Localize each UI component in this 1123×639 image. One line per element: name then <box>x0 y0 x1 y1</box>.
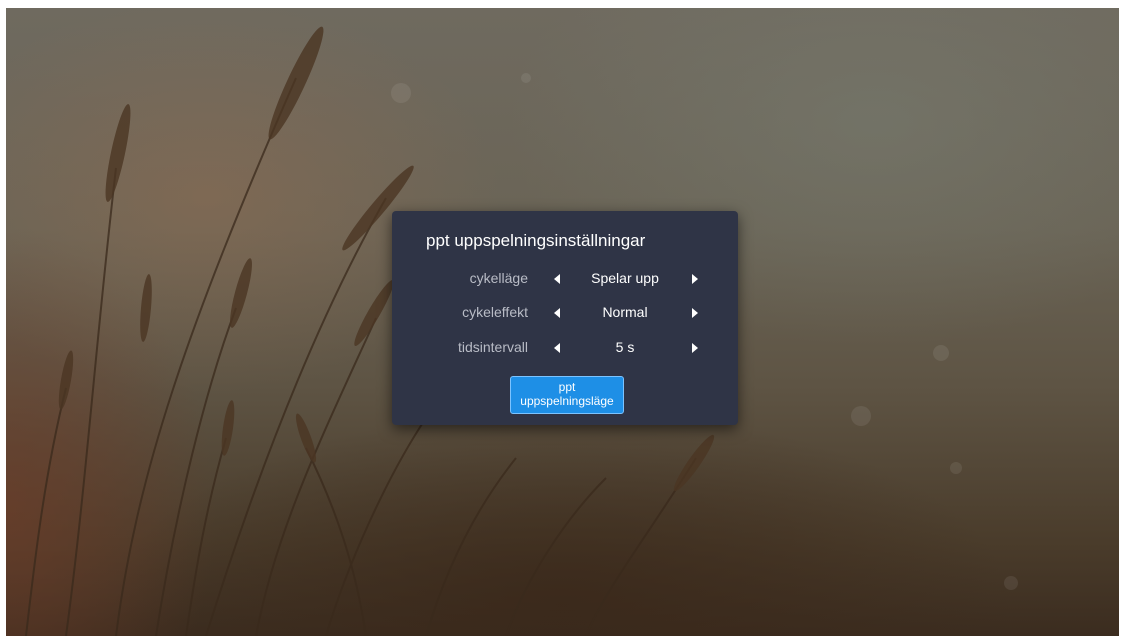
button-label-line2: uppspelningsläge <box>520 394 614 408</box>
setting-value: Normal <box>602 304 648 320</box>
playback-settings-dialog: ppt uppspelningsinställningar cykelläge … <box>392 211 738 425</box>
setting-label: cykeleffekt <box>462 304 528 320</box>
setting-value: Spelar upp <box>591 270 659 286</box>
setting-value: 5 s <box>615 339 635 355</box>
arrow-left-icon[interactable] <box>550 340 564 356</box>
arrow-left-icon[interactable] <box>550 305 564 321</box>
dialog-title: ppt uppspelningsinställningar <box>426 231 646 250</box>
playback-mode-button[interactable]: ppt uppspelningsläge <box>510 376 624 414</box>
arrow-left-icon[interactable] <box>550 271 564 287</box>
screen: ppt uppspelningsinställningar cykelläge … <box>0 0 1123 639</box>
setting-label: cykelläge <box>469 270 528 286</box>
arrow-right-icon[interactable] <box>688 305 702 321</box>
setting-row-time-interval[interactable]: tidsintervall 5 s <box>392 336 738 360</box>
setting-label: tidsintervall <box>457 339 528 355</box>
button-label-line1: ppt <box>558 380 576 394</box>
setting-row-cycle-effect[interactable]: cykeleffekt Normal <box>392 301 738 325</box>
arrow-right-icon[interactable] <box>688 340 702 356</box>
arrow-right-icon[interactable] <box>688 271 702 287</box>
setting-row-cycle-mode[interactable]: cykelläge Spelar upp <box>392 267 738 291</box>
